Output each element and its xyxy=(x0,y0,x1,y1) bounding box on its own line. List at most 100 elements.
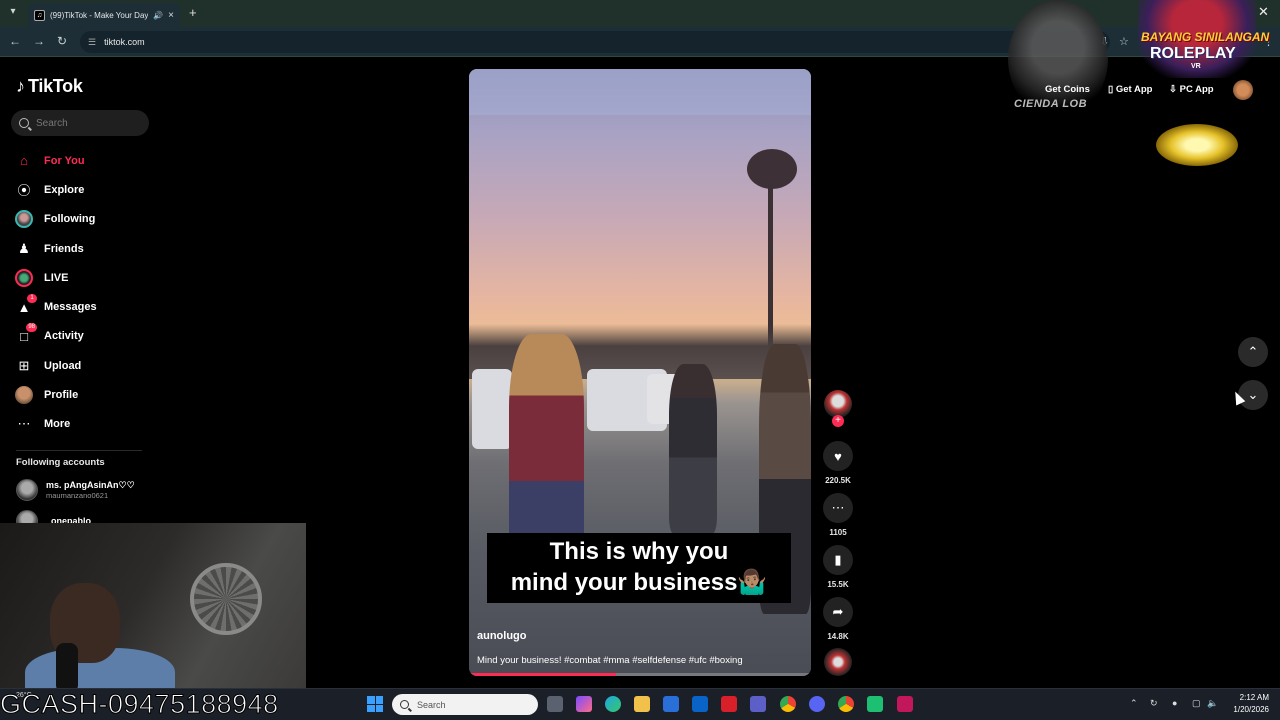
account-name: ms. pAngAsinAn♡♡ xyxy=(46,480,135,490)
follow-plus-icon[interactable]: + xyxy=(832,415,844,427)
home-icon: ⌂ xyxy=(20,153,28,169)
download-icon: ⇩ xyxy=(1169,84,1180,95)
store-icon[interactable] xyxy=(663,696,679,712)
following-account-item[interactable]: ms. pAngAsinAn♡♡ maumanzano0621 xyxy=(16,479,135,501)
sidebar-item-label: For You xyxy=(44,154,85,167)
outlook-icon[interactable] xyxy=(692,696,708,712)
screen: ▾ ♫ (99)TikTok - Make Your Day 🔊 × + ✕ ←… xyxy=(0,0,1280,720)
bookmark-star-icon[interactable]: ☆ xyxy=(1119,35,1129,48)
volume-icon[interactable]: 🔈 xyxy=(1207,698,1218,709)
tab-search-dropdown-icon[interactable]: ▾ xyxy=(6,6,20,20)
sidebar-item-upload[interactable]: ⊞ Upload xyxy=(14,351,154,380)
chevron-down-icon: ⌄ xyxy=(1247,387,1259,402)
sidebar-item-following[interactable]: Following xyxy=(14,205,154,234)
clock-time[interactable]: 2:12 AM xyxy=(1231,693,1269,702)
comment-count: 1105 xyxy=(829,528,847,537)
chrome-icon[interactable] xyxy=(780,696,796,712)
tiktok-favicon-icon: ♫ xyxy=(34,9,45,21)
activity-icon: □ 98 xyxy=(20,323,37,344)
messages-badge: 1 xyxy=(27,294,37,304)
sidebar-item-profile[interactable]: Profile xyxy=(14,380,154,409)
sidebar-item-messages[interactable]: ▲ 1 Messages xyxy=(14,292,154,321)
search-input[interactable]: Search xyxy=(11,110,149,136)
more-icon: ⋯ xyxy=(17,416,31,432)
sync-icon[interactable]: ↻ xyxy=(1150,698,1158,709)
user-avatar[interactable] xyxy=(1233,80,1253,100)
chrome-active-icon[interactable] xyxy=(838,696,854,712)
office-icon[interactable] xyxy=(721,696,737,712)
sidebar-item-label: Activity xyxy=(44,330,84,343)
get-app-button[interactable]: ▯ Get App xyxy=(1108,84,1152,95)
video-author[interactable]: aunolugo xyxy=(477,630,527,642)
edge-icon[interactable] xyxy=(605,696,621,712)
get-app-label: Get App xyxy=(1115,84,1153,95)
get-coins-button[interactable]: Get Coins xyxy=(1045,84,1090,95)
tiktok-note-icon: ♪ xyxy=(16,76,25,96)
share-count: 14.8K xyxy=(827,632,849,641)
sidebar-item-friends[interactable]: ♟ Friends xyxy=(14,234,154,263)
reload-icon[interactable]: ↻ xyxy=(57,34,67,48)
account-handle: maumanzano0621 xyxy=(46,491,109,500)
live-icon xyxy=(14,268,34,288)
video-description: Mind your business! #combat #mma #selfde… xyxy=(477,655,743,666)
save-button[interactable]: ▮ xyxy=(823,545,853,575)
browser-tab-tiktok[interactable]: ♫ (99)TikTok - Make Your Day 🔊 × xyxy=(28,3,180,27)
clock-date[interactable]: 1/20/2026 xyxy=(1223,705,1269,714)
search-placeholder: Search xyxy=(36,117,68,129)
cam-fan xyxy=(190,563,262,635)
network-icon[interactable]: ▢ xyxy=(1192,698,1201,709)
url-text: tiktok.com xyxy=(104,37,145,47)
sidebar-item-label: Following xyxy=(44,213,96,226)
teams-icon[interactable] xyxy=(750,696,766,712)
video-person xyxy=(669,364,717,534)
microphone-icon[interactable]: ● xyxy=(1172,698,1177,708)
brand-line: VR xyxy=(1191,63,1201,70)
activity-badge: 98 xyxy=(26,323,37,333)
speaker-icon[interactable]: 🔊 xyxy=(153,11,163,20)
app-icon[interactable] xyxy=(897,696,913,712)
video-progress-fill xyxy=(469,673,617,676)
tab-title: (99)TikTok - Make Your Day xyxy=(50,10,149,20)
new-tab-button[interactable]: + xyxy=(189,5,197,20)
sidebar-item-explore[interactable]: ⦿ Explore xyxy=(14,175,154,204)
tab-close-icon[interactable]: × xyxy=(168,10,174,21)
sidebar-item-more[interactable]: ⋯ More xyxy=(14,410,154,439)
following-accounts-heading: Following accounts xyxy=(16,457,105,468)
app-icon[interactable] xyxy=(867,696,883,712)
video-progress-bar[interactable] xyxy=(469,673,811,676)
forward-arrow-icon[interactable]: → xyxy=(33,34,45,48)
sound-disc-icon[interactable] xyxy=(824,648,852,676)
like-button[interactable]: ♥ xyxy=(823,441,853,471)
chevron-up-icon: ⌃ xyxy=(1247,344,1259,359)
sidebar-item-activity[interactable]: □ 98 Activity xyxy=(14,322,154,351)
discord-icon[interactable] xyxy=(809,696,825,712)
friends-icon: ♟ xyxy=(18,240,30,256)
tiktok-logo[interactable]: ♪ TikTok xyxy=(16,76,83,97)
video-sky-band xyxy=(469,69,811,115)
address-bar[interactable]: ☰ tiktok.com xyxy=(80,31,1110,53)
pc-app-button[interactable]: ⇩ PC App xyxy=(1169,84,1214,95)
creator-avatar[interactable] xyxy=(824,390,852,418)
start-button[interactable] xyxy=(367,696,383,712)
file-explorer-icon[interactable] xyxy=(634,696,650,712)
phone-icon: ▯ xyxy=(1108,84,1116,95)
save-count: 15.5K xyxy=(827,580,849,589)
search-icon xyxy=(400,700,409,709)
heart-icon: ♥ xyxy=(834,448,842,464)
taskbar-search[interactable]: Search xyxy=(392,694,538,715)
window-close-button[interactable]: ✕ xyxy=(1258,4,1269,20)
brand-line: BAYANG SINILANGAN xyxy=(1141,30,1270,44)
copilot-icon[interactable] xyxy=(576,696,592,712)
gcash-watermark: GCASH-09475188948 xyxy=(0,689,279,720)
comment-button[interactable]: ⋯ xyxy=(823,493,853,523)
sidebar-item-live[interactable]: LIVE xyxy=(14,263,154,292)
site-info-icon[interactable]: ☰ xyxy=(88,37,96,48)
brand-line: ROLEPLAY xyxy=(1150,45,1236,62)
share-button[interactable]: ➦ xyxy=(823,597,853,627)
previous-video-button[interactable]: ⌃ xyxy=(1238,337,1268,367)
tray-overflow-icon[interactable]: ⌃ xyxy=(1130,698,1138,709)
task-view-icon[interactable] xyxy=(547,696,563,712)
back-arrow-icon[interactable]: ← xyxy=(9,34,21,48)
pc-app-label: PC App xyxy=(1179,84,1214,95)
sidebar-item-for-you[interactable]: ⌂ For You xyxy=(14,146,154,175)
